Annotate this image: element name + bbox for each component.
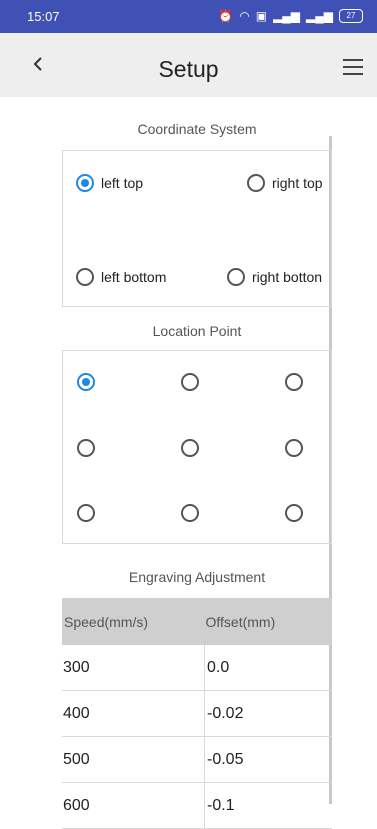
location-point-box [62,350,332,544]
column-header: Speed(mm/s) [62,598,205,645]
radio-icon[interactable] [247,174,265,192]
speed-cell[interactable]: 300 [62,645,205,691]
radio-label: left bottom [101,269,167,285]
speed-cell[interactable]: 600 [62,782,205,829]
engraving-adjustment-title: Engraving Adjustment [128,569,266,585]
radio-left-bottom[interactable]: left bottom [76,268,166,286]
table-row[interactable]: 300 0.0 [62,645,332,691]
radio-icon[interactable] [76,268,94,286]
coordinate-system-box: left top right top left bottom right bot… [62,150,332,307]
signal-2-icon: ▂▄▆ [306,9,333,23]
alarm-icon: ⏰ [218,9,234,23]
radio-label: left top [101,175,144,191]
speed-cell[interactable]: 400 [62,690,205,737]
status-icons: ⏰ ◠ ▣ ▂▄▆ ▂▄▆ 27 [218,8,363,24]
table-row[interactable]: 400 -0.02 [62,690,332,737]
location-radio-1[interactable] [77,373,95,391]
radio-right-top[interactable]: right top [247,174,323,192]
status-bar: 15:07 ⏰ ◠ ▣ ▂▄▆ ▂▄▆ 27 [0,0,377,33]
coordinate-system-title: Coordinate System [137,121,257,137]
menu-icon[interactable] [343,59,363,75]
location-radio-2[interactable] [181,373,199,391]
wifi-icon: ◠ [239,9,250,23]
page-title: Setup [158,56,219,82]
battery-icon: 27 [339,9,363,23]
offset-cell[interactable]: -0.1 [204,782,332,829]
radio-icon[interactable] [227,268,245,286]
location-radio-7[interactable] [77,504,95,522]
location-radio-5[interactable] [181,439,199,457]
speed-cell[interactable]: 500 [62,736,205,783]
location-radio-6[interactable] [285,439,303,457]
signal-icon: ▂▄▆ [273,9,301,23]
location-radio-4[interactable] [77,439,95,457]
location-point-title: Location Point [152,323,242,339]
radio-label: right botton [252,269,323,285]
radio-left-top[interactable]: left top [76,174,143,192]
radio-right-bottom[interactable]: right botton [227,268,332,286]
engraving-adjustment-table: Speed(mm/s) Offset(mm) 300 0.0 400 -0.02… [62,598,332,829]
status-time: 15:07 [27,9,60,24]
offset-cell[interactable]: 0.0 [204,645,332,691]
radio-label: right top [272,175,323,191]
table-row[interactable]: 500 -0.05 [62,736,332,783]
hd-icon: ▣ [255,9,268,23]
offset-cell[interactable]: -0.05 [204,736,332,783]
location-radio-8[interactable] [181,504,199,522]
location-radio-9[interactable] [285,504,303,522]
column-header: Offset(mm) [204,598,332,645]
table-row[interactable]: 600 -0.1 [62,782,332,829]
offset-cell[interactable]: -0.02 [204,690,332,737]
app-bar: Setup [0,33,377,97]
radio-checked-icon[interactable] [76,174,94,192]
location-radio-3[interactable] [285,373,303,391]
table-header-row: Speed(mm/s) Offset(mm) [62,598,332,645]
